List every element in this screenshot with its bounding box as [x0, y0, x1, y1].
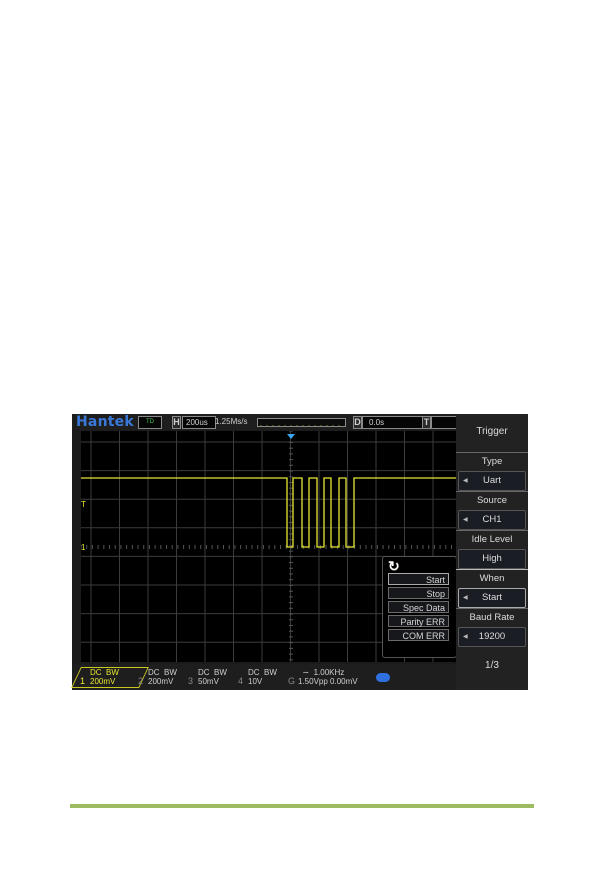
channel-bar: 1 DC BW 200mV 2 DC BW 200mV 3 DC BW 50mV 4 … [71, 664, 456, 690]
left-arrow-icon: ◀ [463, 595, 468, 601]
horizontal-label: H [172, 416, 181, 429]
source-label: Source [456, 491, 528, 510]
generator-info[interactable]: G ∼ 1.00KHz 1.50Vpp 0.00mV [288, 668, 378, 687]
channel-4-info[interactable]: 4 DC BW 10V [238, 668, 292, 687]
memory-overview[interactable] [257, 418, 346, 427]
when-button[interactable]: ◀ Start [458, 588, 526, 608]
popup-option-spec-data[interactable]: Spec Data [388, 601, 449, 613]
side-menu-title: Trigger [476, 426, 508, 437]
when-label: When [456, 569, 528, 588]
type-button[interactable]: ◀ Uart [458, 471, 526, 491]
trigger-side-menu: Trigger Type ◀ Uart Source ◀ CH1 Idle Leve… [456, 414, 528, 690]
trigger-label: T [422, 416, 431, 429]
channel-1-info[interactable]: 1 DC BW 200mV [80, 668, 140, 687]
popup-option-stop[interactable]: Stop [388, 587, 449, 599]
timebase-value[interactable]: 200us [182, 416, 216, 429]
footer-divider [70, 804, 534, 808]
trigger-position-marker [287, 434, 295, 439]
baud-rate-button[interactable]: ◀ 19200 [458, 627, 526, 647]
idle-level-button[interactable]: High [458, 549, 526, 569]
idle-level-label: Idle Level [456, 530, 528, 549]
left-arrow-icon: ◀ [463, 478, 468, 484]
run-status-indicator[interactable]: TD [138, 416, 162, 429]
ch1-trace [81, 477, 456, 548]
channel-2-info[interactable]: 2 DC BW 200mV [138, 668, 192, 687]
status-bar: Hantek TD H 200us 1.25Ms/s D 0.0s T [72, 414, 457, 430]
left-arrow-icon: ◀ [463, 517, 468, 523]
brand-logo: Hantek [76, 414, 134, 430]
baud-rate-label: Baud Rate [456, 608, 528, 627]
type-label: Type [456, 452, 528, 471]
popup-option-parity-err[interactable]: Parity ERR [388, 615, 449, 627]
memory-overview-wave [260, 425, 345, 426]
waveform-display[interactable]: T 1 ↻ Start Stop Spec Data Parity ERR COM… [81, 431, 457, 662]
source-button[interactable]: ◀ CH1 [458, 510, 526, 530]
channel-3-info[interactable]: 3 DC BW 50mV [188, 668, 242, 687]
delay-label: D [353, 416, 362, 429]
sample-rate: 1.25Ms/s [215, 417, 248, 426]
trigger-level-marker: T [81, 500, 86, 509]
ch1-ground-marker: 1 [81, 543, 86, 552]
oscilloscope-screen: Hantek TD H 200us 1.25Ms/s D 0.0s T T 1 ↻… [71, 414, 528, 690]
popup-option-start[interactable]: Start [388, 573, 449, 585]
usb-indicator-icon [376, 673, 390, 682]
menu-page-indicator[interactable]: 1/3 [456, 660, 528, 671]
when-options-popup: ↻ Start Stop Spec Data Parity ERR COM ER… [382, 556, 457, 658]
left-arrow-icon: ◀ [463, 634, 468, 640]
delay-value[interactable]: 0.0s [362, 416, 424, 429]
trigger-info[interactable] [431, 416, 457, 429]
popup-option-com-err[interactable]: COM ERR [388, 629, 449, 641]
